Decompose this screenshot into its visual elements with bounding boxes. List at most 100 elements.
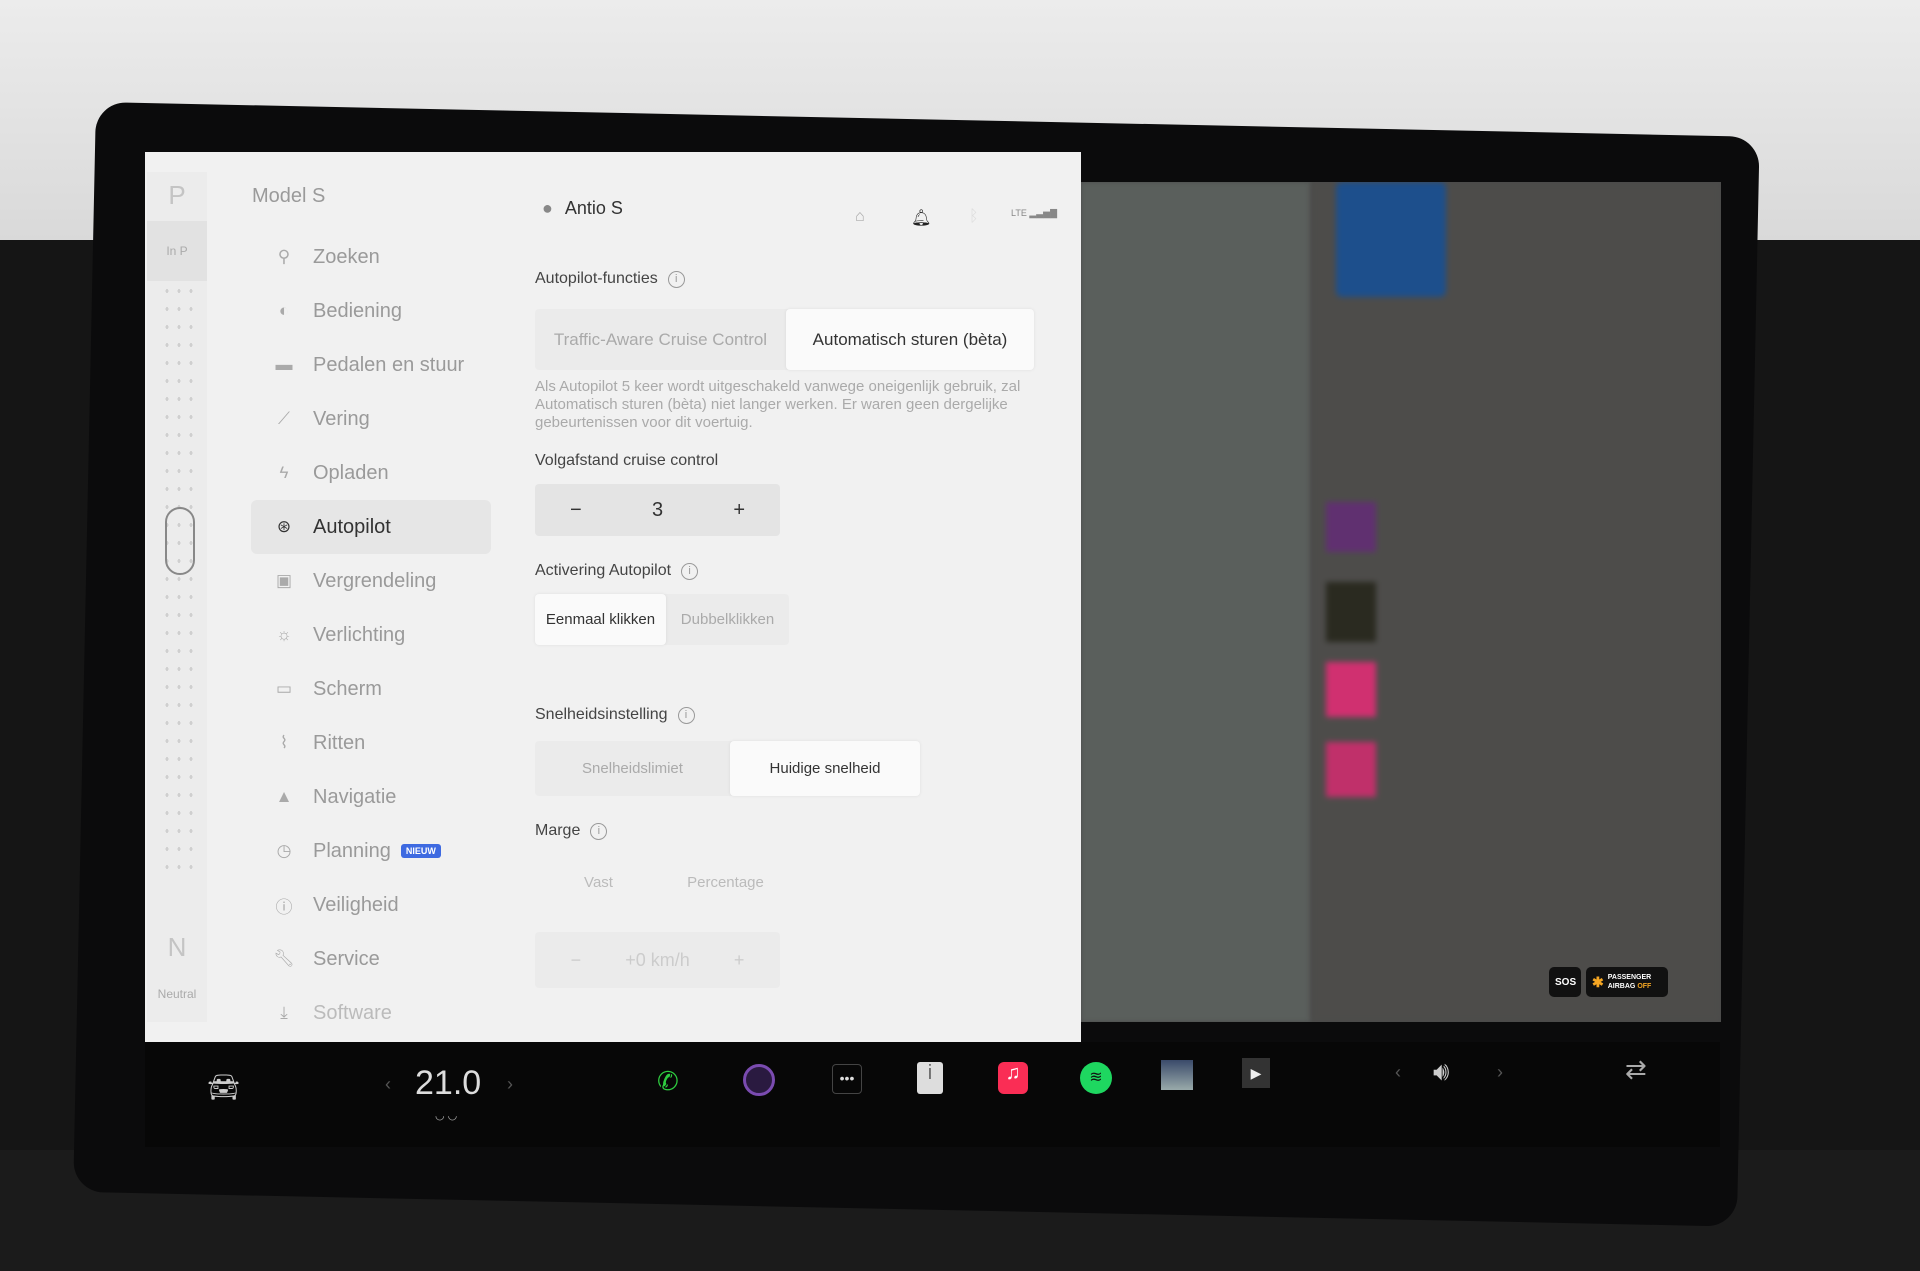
bluetooth-icon[interactable]: ᛒ bbox=[969, 208, 979, 226]
sidebar-item-verlichting[interactable]: ☼ Verlichting bbox=[251, 608, 551, 662]
media-list-thumb bbox=[1326, 582, 1376, 642]
media-list-thumb bbox=[1326, 742, 1376, 797]
media-player-panel bbox=[1311, 182, 1721, 1022]
signal-label: LTE bbox=[1011, 208, 1027, 218]
manual-info-icon[interactable]: i bbox=[917, 1062, 943, 1094]
following-distance-label: Volgafstand cruise control bbox=[535, 452, 719, 469]
sidebar-item-scherm[interactable]: ▭ Scherm bbox=[251, 662, 551, 716]
volume-down-chevron[interactable]: ‹ bbox=[1395, 1062, 1401, 1083]
speed-setting-label: Snelheidsinstelling i bbox=[535, 706, 695, 724]
temp-down-chevron[interactable]: ‹ bbox=[385, 1074, 391, 1095]
car-icon: ▬ bbox=[275, 355, 293, 374]
volume-up-chevron[interactable]: › bbox=[1497, 1062, 1503, 1083]
alert-icon: ⓘ bbox=[275, 897, 293, 917]
option-autosteer[interactable]: Automatisch sturen (bèta) bbox=[786, 309, 1034, 370]
option-double-click[interactable]: Dubbelklikken bbox=[666, 594, 789, 645]
spotify-icon[interactable]: ≋ bbox=[1080, 1062, 1112, 1094]
info-icon[interactable]: i bbox=[667, 270, 685, 288]
media-list-thumb bbox=[1326, 502, 1376, 552]
sidebar-item-vering[interactable]: ⟋ Vering bbox=[251, 392, 551, 446]
sidebar-item-label: Bediening bbox=[313, 299, 402, 322]
increase-button[interactable]: + bbox=[698, 499, 780, 522]
sidebar-item-pedalen[interactable]: ▬ Pedalen en stuur bbox=[251, 338, 551, 392]
airbag-icon: ✱ bbox=[1592, 973, 1604, 990]
option-fixed[interactable]: Vast bbox=[535, 862, 662, 902]
bell-icon[interactable]: 🔔︎ bbox=[911, 208, 931, 228]
option-percentage[interactable]: Percentage bbox=[662, 862, 789, 902]
speed-setting-control: Snelheidslimiet Huidige snelheid bbox=[535, 741, 920, 796]
video-icon[interactable]: ▶ bbox=[1242, 1058, 1270, 1088]
airbag-line1: PASSENGER bbox=[1607, 974, 1652, 981]
sidebar-item-label: Planning bbox=[313, 839, 391, 862]
option-single-click[interactable]: Eenmaal klikken bbox=[535, 594, 666, 645]
taskbar: 🚘︎ ‹ 21.0 › ◡ ◡ ✆ ••• i ♫ ≋ ▶ ‹ 🔊︎ › ⇄ bbox=[145, 1042, 1720, 1147]
car-top-icon bbox=[165, 507, 195, 575]
screen-icon: ▭ bbox=[275, 679, 293, 698]
gear-status: In P bbox=[147, 221, 207, 281]
autopilot-functions-control: Traffic-Aware Cruise Control Automatisch… bbox=[535, 309, 1034, 370]
distance-value: 3 bbox=[651, 498, 664, 521]
option-traffic-aware-cruise-control[interactable]: Traffic-Aware Cruise Control bbox=[535, 309, 786, 370]
settings-panel: P In P N Neutral Model S ⚲ Zoeken ◐ Bedien… bbox=[145, 152, 1081, 1042]
decrease-button[interactable]: − bbox=[535, 499, 617, 522]
more-apps-icon[interactable]: ••• bbox=[832, 1064, 862, 1094]
label-text: Marge bbox=[535, 822, 581, 839]
sidebar-item-label: Autopilot bbox=[313, 515, 391, 538]
bolt-icon: ϟ bbox=[279, 463, 289, 482]
temp-up-chevron[interactable]: › bbox=[507, 1074, 513, 1095]
info-icon[interactable]: i bbox=[681, 562, 699, 580]
info-icon[interactable]: i bbox=[677, 706, 695, 724]
vehicle-name: Model S bbox=[252, 185, 326, 207]
sidebar-item-label: Service bbox=[313, 947, 380, 970]
sidebar-item-bediening[interactable]: ◐ Bediening bbox=[251, 284, 551, 338]
gear-drag-track[interactable] bbox=[161, 282, 197, 882]
sidebar-item-opladen[interactable]: ϟ Opladen bbox=[251, 446, 551, 500]
following-distance-stepper: − 3 + bbox=[535, 484, 780, 536]
home-icon[interactable]: ⌂ bbox=[855, 208, 865, 226]
sidebar-item-ritten[interactable]: ⌇ Ritten bbox=[251, 716, 551, 770]
new-badge: NIEUW bbox=[400, 844, 441, 858]
cabin-temperature[interactable]: 21.0 bbox=[415, 1064, 481, 1103]
person-icon: ● bbox=[542, 198, 553, 218]
volume-icon[interactable]: 🔊︎ bbox=[1433, 1056, 1449, 1088]
map-and-media-area[interactable]: SOS ✱ PASSENGER AIRBAG OFF bbox=[1081, 182, 1721, 1022]
window-icon[interactable] bbox=[1161, 1060, 1193, 1090]
map-view[interactable] bbox=[1081, 182, 1311, 1022]
autopilot-functions-label: Autopilot-functies i bbox=[535, 270, 685, 288]
sidebar-item-software[interactable]: ⤓ Software bbox=[251, 986, 551, 1040]
lock-icon: ▣ bbox=[275, 571, 293, 590]
sidebar-item-navigatie[interactable]: ▲ Navigatie bbox=[251, 770, 551, 824]
activation-label: Activering Autopilot i bbox=[535, 562, 699, 580]
activation-control: Eenmaal klikken Dubbelklikken bbox=[535, 594, 789, 645]
margin-decrease-button[interactable]: − bbox=[535, 950, 617, 971]
margin-stepper: − +0 km/h + bbox=[535, 932, 780, 988]
sidebar-item-label: Navigatie bbox=[313, 785, 397, 808]
seat-heater-icon[interactable]: ◡ ◡ bbox=[435, 1109, 457, 1122]
sidebar-item-vergrendeling[interactable]: ▣ Vergrendeling bbox=[251, 554, 551, 608]
sidebar-item-label: Pedalen en stuur bbox=[313, 353, 465, 376]
option-current-speed[interactable]: Huidige snelheid bbox=[730, 741, 920, 796]
sidebar-item-autopilot[interactable]: ⊛ Autopilot bbox=[251, 500, 491, 554]
info-icon[interactable]: i bbox=[590, 822, 608, 840]
option-speed-limit[interactable]: Snelheidslimiet bbox=[535, 741, 730, 796]
download-icon: ⤓ bbox=[280, 1003, 288, 1022]
sidebar-item-veiligheid[interactable]: ⓘ Veiligheid bbox=[251, 878, 551, 932]
phone-icon[interactable]: ✆ bbox=[657, 1066, 679, 1097]
music-icon[interactable]: ♫ bbox=[998, 1062, 1028, 1094]
user-profile-button[interactable]: ● Antio S bbox=[542, 198, 623, 219]
sidebar-item-service[interactable]: 🔧︎ Service bbox=[251, 932, 551, 986]
navigation-icon: ▲ bbox=[275, 787, 293, 806]
airbag-text: PASSENGER AIRBAG OFF bbox=[1608, 973, 1652, 991]
airbag-state: OFF bbox=[1637, 983, 1652, 990]
swap-icon[interactable]: ⇄ bbox=[1625, 1054, 1647, 1085]
gear-neutral[interactable]: N bbox=[147, 932, 207, 963]
label-text: Autopilot-functies bbox=[535, 270, 658, 287]
sidebar-item-zoeken[interactable]: ⚲ Zoeken bbox=[251, 230, 551, 284]
gear-selector[interactable]: P In P N Neutral bbox=[147, 172, 207, 1022]
sidebar-item-label: Vergrendeling bbox=[313, 569, 437, 592]
camera-icon[interactable] bbox=[743, 1064, 775, 1096]
sidebar-item-planning[interactable]: ◷ Planning NIEUW bbox=[251, 824, 551, 878]
margin-increase-button[interactable]: + bbox=[698, 950, 780, 971]
media-list-thumb bbox=[1326, 662, 1376, 717]
car-icon[interactable]: 🚘︎ bbox=[207, 1072, 240, 1103]
